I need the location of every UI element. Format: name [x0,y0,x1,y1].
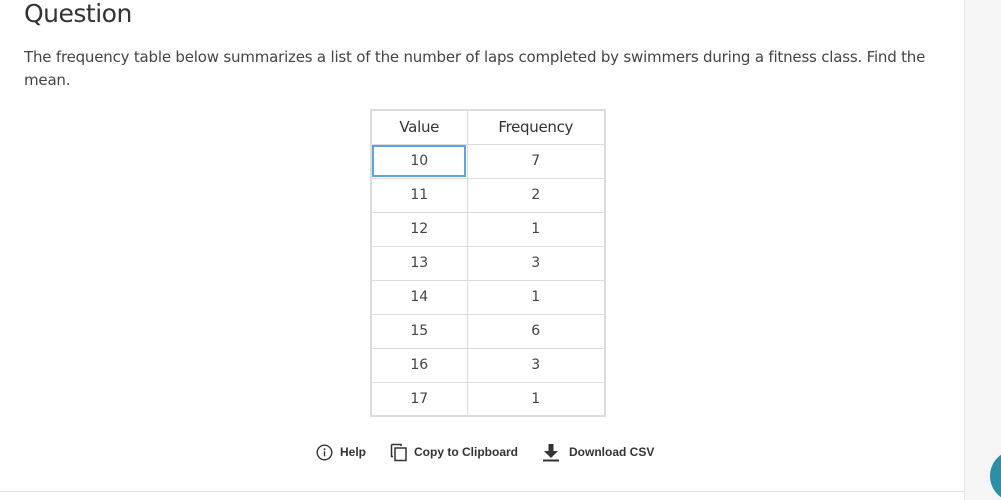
download-label: Download CSV [569,445,655,459]
table-cell-frequency[interactable]: 3 [466,245,606,281]
question-text: The frequency table below summarizes a l… [24,48,926,89]
help-button[interactable]: Help [316,443,367,461]
table-cell-frequency[interactable]: 1 [466,211,606,247]
header-frequency: Frequency [466,109,606,145]
table-cell-value[interactable]: 17 [370,381,468,417]
download-icon [542,443,560,462]
table-toolbar: Help Copy to Clipboard Download CSV [316,441,654,463]
table-cell-value[interactable]: 13 [370,245,468,281]
question-card: Question The frequency table below summa… [0,0,965,500]
table-cell-value[interactable]: 16 [370,347,468,383]
help-label: Help [340,445,367,459]
table-cell-value[interactable]: 15 [370,313,468,349]
table-row: 12 1 [370,211,606,247]
copy-label: Copy to Clipboard [414,445,519,459]
table-cell-value[interactable]: 11 [370,177,468,213]
table-header-row: Value Frequency [370,109,606,145]
info-circle-icon [316,443,333,461]
table-cell-value[interactable]: 14 [370,279,468,315]
table-row: 15 6 [370,313,606,349]
table-cell-frequency[interactable]: 3 [466,347,606,383]
table-row: 14 1 [370,279,606,315]
copy-icon [390,443,408,462]
table-cell-frequency[interactable]: 7 [466,143,606,179]
header-value: Value [370,109,468,145]
table-cell-frequency[interactable]: 1 [466,381,606,417]
table-row: 11 2 [370,177,606,213]
table-cell-value[interactable]: 10 [370,143,468,179]
table-cell-value[interactable]: 12 [370,211,468,247]
table-row: 10 7 [370,143,606,179]
page: Question The frequency table below summa… [0,0,1001,500]
copy-to-clipboard-button[interactable]: Copy to Clipboard [390,443,518,462]
floating-action-button[interactable] [990,450,1001,500]
divider [0,491,964,492]
frequency-table: Value Frequency 10 7 11 2 12 1 13 3 14 1… [370,109,606,417]
download-csv-button[interactable]: Download CSV [542,443,654,462]
table-row: 16 3 [370,347,606,383]
table-row: 13 3 [370,245,606,281]
table-cell-frequency[interactable]: 6 [466,313,606,349]
question-heading: Question [24,0,132,28]
table-cell-frequency[interactable]: 1 [466,279,606,315]
table-cell-frequency[interactable]: 2 [466,177,606,213]
table-row: 17 1 [370,381,606,417]
